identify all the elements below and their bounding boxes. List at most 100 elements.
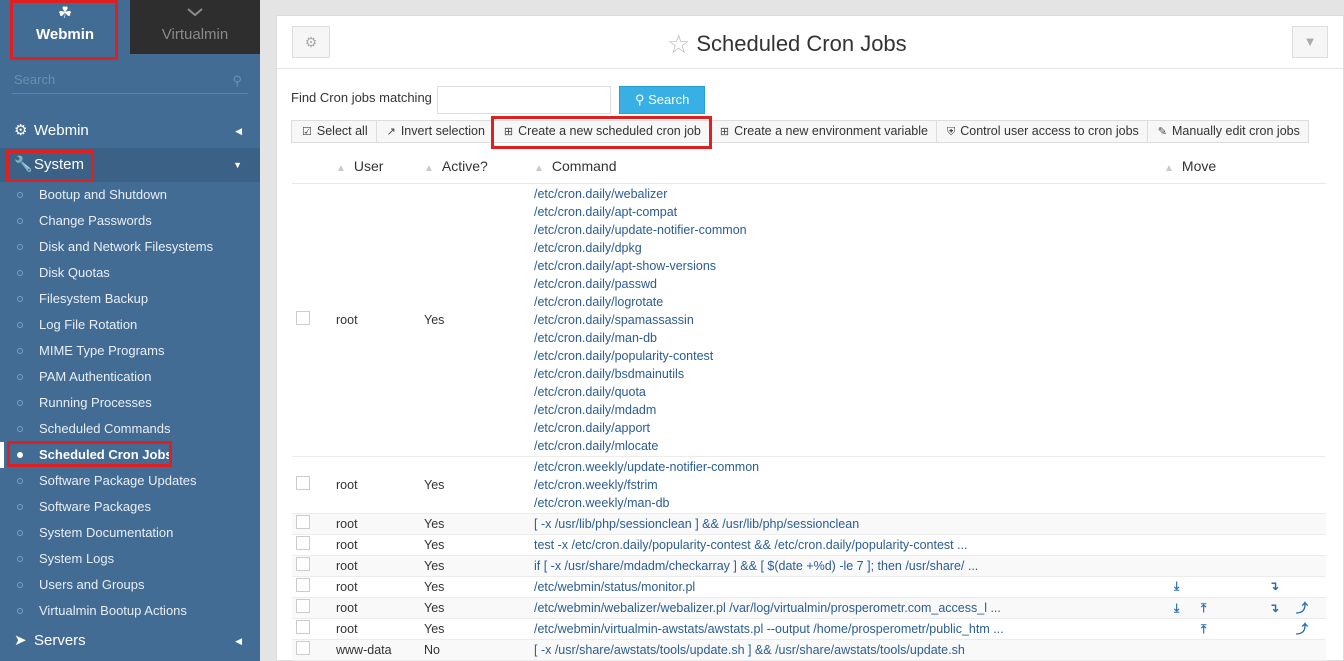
bullet-icon bbox=[17, 374, 23, 380]
bullet-icon bbox=[17, 296, 23, 302]
header-command[interactable]: ▲ Command bbox=[534, 149, 1164, 184]
bullet-icon bbox=[17, 192, 23, 198]
bullet-icon bbox=[17, 582, 23, 588]
sidebar-item-label: Log File Rotation bbox=[39, 317, 138, 332]
command-link[interactable]: /etc/cron.daily/apport bbox=[534, 419, 1164, 437]
row-checkbox[interactable] bbox=[296, 578, 310, 592]
header-user[interactable]: ▲ User bbox=[336, 149, 424, 184]
command-link[interactable]: /etc/webmin/status/monitor.pl bbox=[534, 578, 1164, 596]
move-down-alt-icon[interactable]: ↴ bbox=[1269, 601, 1296, 615]
sidebar-item-pam[interactable]: PAM Authentication bbox=[0, 364, 260, 390]
sidebar-item-package-updates[interactable]: Software Package Updates bbox=[0, 468, 260, 494]
control-access-button[interactable]: ⛨ Control user access to cron jobs bbox=[935, 120, 1148, 143]
command-link[interactable]: /etc/cron.daily/dpkg bbox=[534, 239, 1164, 257]
row-checkbox[interactable] bbox=[296, 311, 310, 325]
command-link[interactable]: /etc/cron.daily/logrotate bbox=[534, 293, 1164, 311]
command-link[interactable]: [ -x /usr/share/awstats/tools/update.sh … bbox=[534, 641, 1164, 659]
row-checkbox[interactable] bbox=[296, 476, 310, 490]
select-all-label: Select all bbox=[316, 124, 368, 138]
row-checkbox[interactable] bbox=[296, 536, 310, 550]
row-active: Yes bbox=[424, 534, 534, 556]
command-link[interactable]: /etc/cron.daily/spamassassin bbox=[534, 311, 1164, 329]
search-button[interactable]: ⚲ Search bbox=[619, 86, 706, 114]
move-down-alt-icon[interactable]: ↴ bbox=[1269, 579, 1296, 593]
invert-selection-button[interactable]: ↗ Invert selection bbox=[375, 120, 494, 143]
sidebar-item-log-rotation[interactable]: Log File Rotation bbox=[0, 312, 260, 338]
sidebar-item-label: Virtualmin Bootup Actions bbox=[39, 603, 187, 618]
page-header: ⚙ ☆ Scheduled Cron Jobs ▼ bbox=[277, 16, 1343, 69]
command-link[interactable]: /etc/cron.daily/man-db bbox=[534, 329, 1164, 347]
row-checkbox[interactable] bbox=[296, 515, 310, 529]
sidebar-item-disk-quotas[interactable]: Disk Quotas bbox=[0, 260, 260, 286]
row-active: Yes bbox=[424, 618, 534, 640]
move-down-icon[interactable]: ⤓ bbox=[1174, 579, 1201, 594]
filter-button[interactable]: ▼ bbox=[1292, 26, 1328, 58]
sidebar-item-bootup[interactable]: Bootup and Shutdown bbox=[0, 182, 260, 208]
sidebar-item-system-logs[interactable]: System Logs bbox=[0, 546, 260, 572]
command-link[interactable]: [ -x /usr/lib/php/sessionclean ] && /usr… bbox=[534, 515, 1164, 533]
command-link[interactable]: /etc/webmin/virtualmin-awstats/awstats.p… bbox=[534, 620, 1164, 638]
command-link[interactable]: /etc/cron.daily/mdadm bbox=[534, 401, 1164, 419]
command-link[interactable]: /etc/cron.daily/passwd bbox=[534, 275, 1164, 293]
move-up-icon[interactable]: ⤒ bbox=[1201, 601, 1269, 616]
command-link[interactable]: /etc/cron.weekly/man-db bbox=[534, 494, 1164, 512]
sidebar-item-running-processes[interactable]: Running Processes bbox=[0, 390, 260, 416]
create-cron-job-button[interactable]: ⊞ Create a new scheduled cron job bbox=[490, 116, 712, 149]
module-config-button[interactable]: ⚙ bbox=[292, 26, 330, 58]
move-down-icon[interactable]: ⤓ bbox=[1174, 601, 1201, 616]
star-icon[interactable]: ☆ bbox=[667, 29, 690, 59]
move-up-alt-icon[interactable]: ⤴ bbox=[1296, 620, 1316, 637]
sidebar-item-system-documentation[interactable]: System Documentation bbox=[0, 520, 260, 546]
sidebar-item-mime-types[interactable]: MIME Type Programs bbox=[0, 338, 260, 364]
command-link[interactable]: /etc/cron.daily/popularity-contest bbox=[534, 347, 1164, 365]
command-link[interactable]: /etc/cron.weekly/fstrim bbox=[534, 476, 1164, 494]
command-link[interactable]: /etc/webmin/webalizer/webalizer.pl /var/… bbox=[534, 599, 1164, 617]
nav-section-servers[interactable]: ➤ Servers ◀ bbox=[0, 624, 260, 658]
sidebar-item-software-packages[interactable]: Software Packages bbox=[0, 494, 260, 520]
bullet-icon bbox=[17, 348, 23, 354]
command-link[interactable]: /etc/cron.daily/apt-compat bbox=[534, 203, 1164, 221]
row-checkbox[interactable] bbox=[296, 557, 310, 571]
row-checkbox[interactable] bbox=[296, 599, 310, 613]
command-link[interactable]: /etc/cron.daily/webalizer bbox=[534, 185, 1164, 203]
sidebar-search-input[interactable] bbox=[12, 68, 248, 91]
nav-section-system[interactable]: 🔧System ▼ bbox=[0, 148, 260, 182]
select-all-button[interactable]: ☑ Select all bbox=[291, 120, 377, 143]
sidebar-item-change-passwords[interactable]: Change Passwords bbox=[0, 208, 260, 234]
tab-virtualmin[interactable]: Virtualmin bbox=[130, 0, 260, 54]
command-link[interactable]: /etc/cron.daily/mlocate bbox=[534, 437, 1164, 455]
command-link[interactable]: /etc/cron.weekly/update-notifier-common bbox=[534, 458, 1164, 476]
table-row: root Yes test -x /etc/cron.daily/popularit… bbox=[292, 534, 1326, 556]
plus-square-icon: ⊞ bbox=[719, 126, 730, 138]
share-icon: ↗ bbox=[386, 126, 396, 138]
command-link[interactable]: /etc/cron.daily/apt-show-versions bbox=[534, 257, 1164, 275]
sidebar-item-virtualmin-bootup[interactable]: Virtualmin Bootup Actions bbox=[0, 598, 260, 624]
product-switcher: ☘ Webmin Virtualmin bbox=[0, 0, 260, 62]
header-active[interactable]: ▲ Active? bbox=[424, 149, 534, 184]
command-link[interactable]: /etc/cron.daily/bsdmainutils bbox=[534, 365, 1164, 383]
bullet-icon bbox=[17, 218, 23, 224]
sidebar-item-users-groups[interactable]: Users and Groups bbox=[0, 572, 260, 598]
header-move[interactable]: ▲ Move bbox=[1164, 149, 1326, 184]
row-command: /etc/cron.daily/webalizer/etc/cron.daily… bbox=[534, 183, 1164, 457]
command-link[interactable]: if [ -x /usr/share/mdadm/checkarray ] &&… bbox=[534, 557, 1164, 575]
command-link[interactable]: test -x /etc/cron.daily/popularity-conte… bbox=[534, 536, 1164, 554]
row-checkbox[interactable] bbox=[296, 620, 310, 634]
sidebar-item-filesystems[interactable]: Disk and Network Filesystems bbox=[0, 234, 260, 260]
command-link[interactable]: /etc/cron.daily/update-notifier-common bbox=[534, 221, 1164, 239]
command-link[interactable]: /etc/cron.daily/quota bbox=[534, 383, 1164, 401]
sidebar-item-label: Running Processes bbox=[39, 395, 152, 410]
move-up-alt-icon[interactable]: ⤴ bbox=[1296, 599, 1316, 616]
manual-edit-button[interactable]: ✎ Manually edit cron jobs bbox=[1146, 120, 1309, 143]
move-up-icon[interactable]: ⤒ bbox=[1201, 622, 1269, 637]
nav-section-label: Servers bbox=[34, 632, 86, 649]
nav-section-webmin[interactable]: ⚙ Webmin ◀ bbox=[0, 114, 260, 148]
sidebar-item-filesystem-backup[interactable]: Filesystem Backup bbox=[0, 286, 260, 312]
row-active: Yes bbox=[424, 555, 534, 577]
create-env-variable-button[interactable]: ⊞ Create a new environment variable bbox=[708, 120, 937, 143]
header-move-label: Move bbox=[1181, 157, 1217, 174]
cron-search-input[interactable] bbox=[436, 86, 611, 114]
sidebar-item-scheduled-cron-jobs[interactable]: Scheduled Cron Jobs bbox=[0, 441, 260, 468]
sidebar-item-scheduled-commands[interactable]: Scheduled Commands bbox=[0, 416, 260, 442]
row-checkbox[interactable] bbox=[296, 641, 310, 655]
